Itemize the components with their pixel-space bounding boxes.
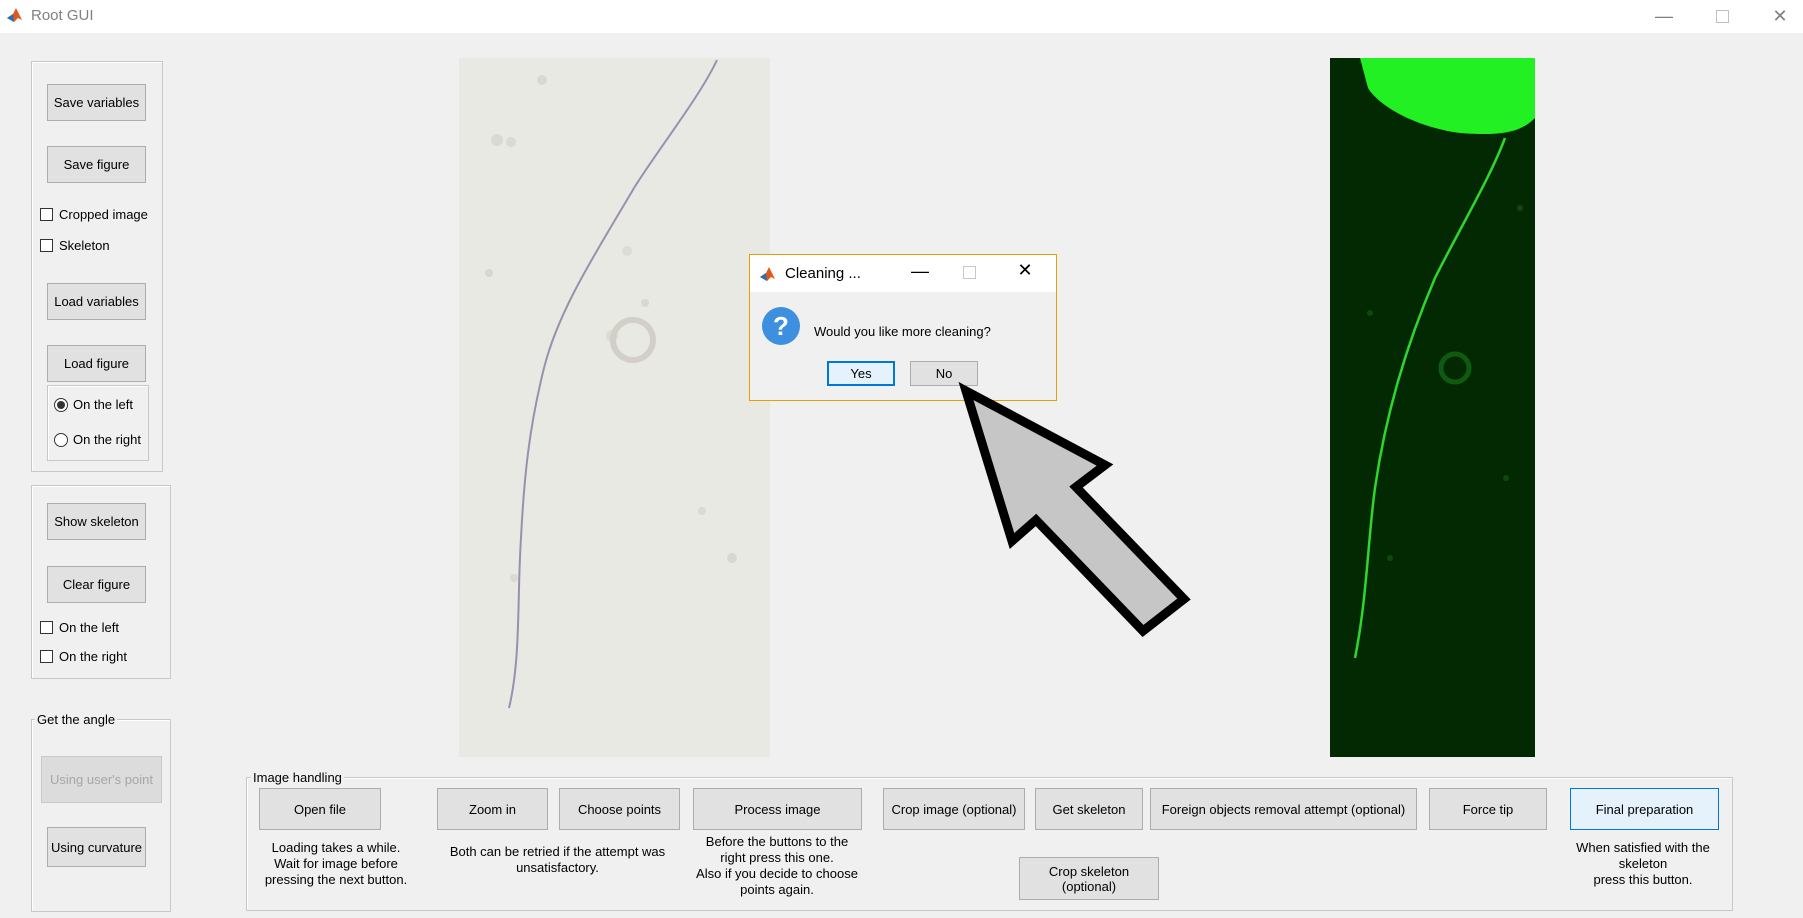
angle-panel-title: Get the angle: [35, 712, 118, 727]
dialog-close-icon[interactable]: ✕: [1010, 260, 1040, 284]
dialog-maximize-icon[interactable]: [963, 266, 976, 279]
radio-circle[interactable]: [54, 432, 68, 447]
checkbox-box[interactable]: [40, 239, 53, 252]
minimize-icon[interactable]: —: [1635, 0, 1693, 33]
force-tip-button[interactable]: Force tip: [1429, 788, 1547, 830]
arrow-pointer-icon: [958, 381, 1191, 638]
open-file-button[interactable]: Open file: [259, 788, 381, 830]
skeleton-on-left-checkbox[interactable]: On the left: [40, 620, 119, 635]
brightfield-image: [459, 58, 770, 757]
get-skeleton-button[interactable]: Get skeleton: [1035, 788, 1143, 830]
checkbox-box[interactable]: [40, 208, 53, 221]
radio-circle[interactable]: [54, 397, 68, 412]
matlab-icon: [6, 6, 24, 24]
cropped-image-checkbox[interactable]: Cropped image: [40, 207, 148, 222]
window-title: Root GUI: [31, 7, 94, 24]
angle-panel: [31, 719, 171, 912]
clear-figure-button[interactable]: Clear figure: [47, 566, 146, 603]
maximize-icon[interactable]: [1693, 0, 1751, 33]
radio-label: On the right: [73, 432, 141, 447]
save-figure-button[interactable]: Save figure: [47, 146, 146, 183]
show-skeleton-button[interactable]: Show skeleton: [47, 503, 146, 540]
choose-points-button[interactable]: Choose points: [559, 788, 680, 830]
checkbox-label: On the right: [59, 649, 127, 664]
close-icon[interactable]: ✕: [1751, 0, 1803, 33]
load-variables-button[interactable]: Load variables: [47, 283, 146, 320]
crop-image-button[interactable]: Crop image (optional): [883, 788, 1025, 830]
svg-text:?: ?: [773, 311, 789, 341]
zoom-choose-help: Both can be retried if the attempt was u…: [449, 844, 666, 875]
window-titlebar: [0, 0, 1803, 33]
dialog-title: Cleaning ...: [785, 265, 861, 282]
checkbox-label: Skeleton: [59, 238, 110, 253]
checkbox-label: Cropped image: [59, 207, 148, 222]
matlab-icon: [759, 265, 777, 283]
dialog-message: Would you like more cleaning?: [814, 324, 991, 339]
using-curvature-button[interactable]: Using curvature: [47, 827, 146, 867]
save-variables-button[interactable]: Save variables: [47, 84, 146, 121]
cleaning-dialog: Cleaning ... — ✕ ? Would you like more c…: [749, 254, 1057, 401]
load-figure-button[interactable]: Load figure: [47, 345, 146, 382]
zoom-in-button[interactable]: Zoom in: [437, 788, 548, 830]
final-preparation-button[interactable]: Final preparation: [1570, 788, 1719, 830]
load-on-right-radio[interactable]: On the right: [54, 432, 141, 447]
fluorescence-image: [1330, 58, 1535, 757]
crop-skeleton-button[interactable]: Crop skeleton (optional): [1019, 857, 1159, 900]
checkbox-box[interactable]: [40, 650, 53, 663]
checkbox-box[interactable]: [40, 621, 53, 634]
process-image-button[interactable]: Process image: [693, 788, 862, 830]
skeleton-checkbox[interactable]: Skeleton: [40, 238, 110, 253]
checkbox-label: On the left: [59, 620, 119, 635]
final-preparation-help: When satisfied with the skeleton press t…: [1576, 840, 1710, 887]
skeleton-on-right-checkbox[interactable]: On the right: [40, 649, 127, 664]
radio-label: On the left: [73, 397, 133, 412]
open-file-help: Loading takes a while. Wait for image be…: [264, 840, 408, 887]
question-icon: ?: [762, 307, 800, 345]
image-handling-title: Image handling: [251, 770, 344, 785]
dialog-minimize-icon[interactable]: —: [905, 261, 935, 285]
yes-button[interactable]: Yes: [827, 361, 895, 386]
load-on-left-radio[interactable]: On the left: [54, 397, 133, 412]
using-users-point-button[interactable]: Using user's point: [41, 756, 162, 803]
foreign-objects-removal-button[interactable]: Foreign objects removal attempt (optiona…: [1150, 788, 1417, 830]
process-image-help: Before the buttons to the right press th…: [696, 834, 858, 897]
